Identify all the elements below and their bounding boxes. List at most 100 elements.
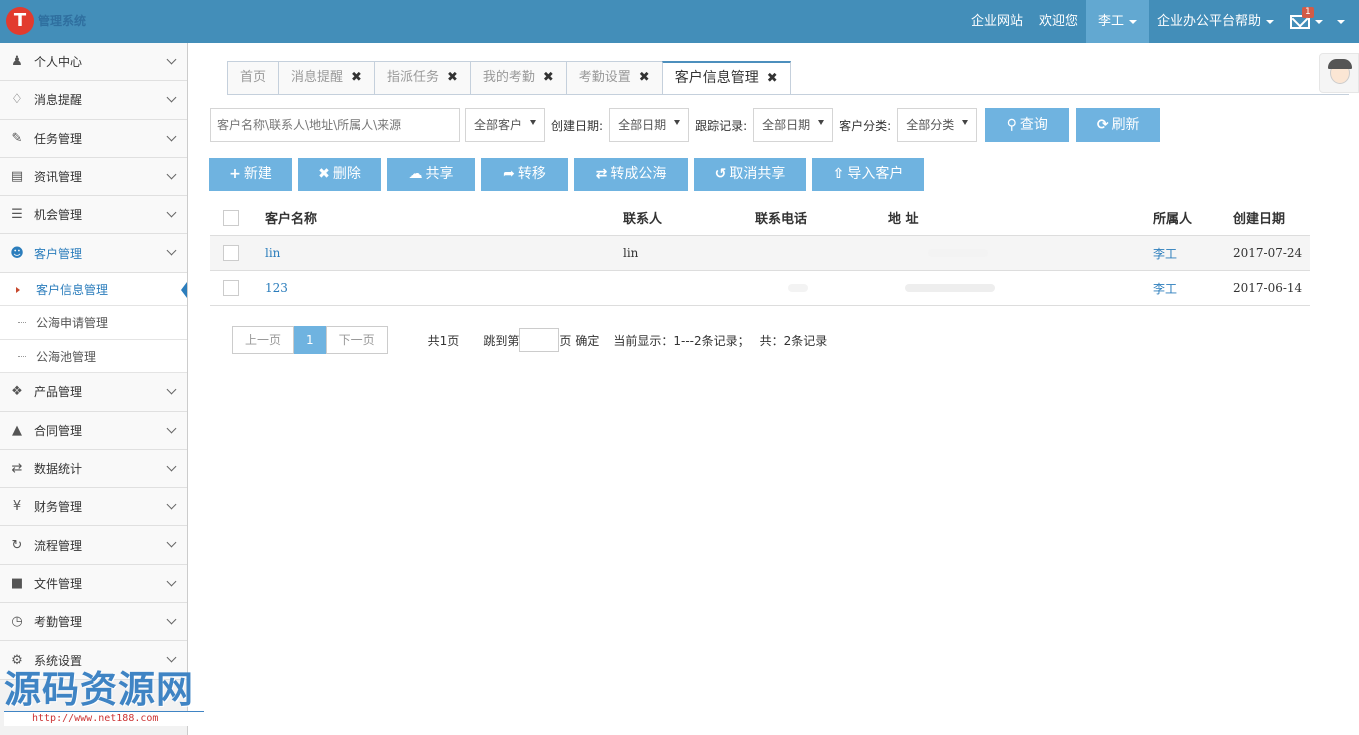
table-row[interactable]: 123 李工 2017-06-14	[210, 271, 1310, 306]
plus-icon: +	[229, 166, 241, 182]
sidebar-item-messages[interactable]: ♢ 消息提醒	[0, 81, 187, 120]
sidebar-item-label: 消息提醒	[34, 93, 83, 108]
sidebar-item-attendance[interactable]: ◷ 考勤管理	[0, 603, 187, 642]
list-icon: ☰	[11, 207, 23, 223]
category-select[interactable]: 全部分类	[897, 108, 978, 142]
sidebar-item-workflow[interactable]: ↻ 流程管理	[0, 526, 187, 565]
user-name: 李工	[1097, 14, 1124, 29]
header-contact[interactable]: 联系人	[623, 208, 662, 227]
folder-open-icon: ▲	[12, 422, 22, 438]
sidebar-item-label: 任务管理	[34, 131, 83, 146]
customer-select[interactable]: 全部客户	[465, 108, 546, 142]
sidebar-subitem-sea-pool[interactable]: 公海池管理	[0, 340, 187, 374]
sidebar-item-opportunities[interactable]: ☰ 机会管理	[0, 196, 187, 235]
row-checkbox[interactable]	[223, 245, 239, 261]
sidebar-item-customers[interactable]: ☻ 客户管理	[0, 234, 187, 273]
customer-name-link[interactable]: 123	[265, 281, 288, 295]
jump-confirm-link[interactable]: 确定	[575, 332, 599, 349]
tab-my-attendance[interactable]: 我的考勤 ✖	[469, 61, 567, 95]
action-bar: + 新建 ✖ 删除 ☁ 共享 ➦ 转移 ⇄ 转成公海 ↺ 取消共享 ⇧ 导入客户	[209, 158, 930, 191]
assistant-avatar[interactable]	[1319, 53, 1359, 93]
site-link[interactable]: 企业网站	[963, 0, 1031, 43]
close-icon[interactable]: ✖	[767, 71, 778, 86]
sidebar-item-finance[interactable]: ¥ 财务管理	[0, 488, 187, 527]
prev-page-button[interactable]: 上一页	[232, 326, 295, 354]
transfer-button[interactable]: ➦ 转移	[481, 158, 568, 191]
to-public-sea-button[interactable]: ⇄ 转成公海	[574, 158, 688, 191]
page-jump-input[interactable]	[519, 328, 560, 352]
sidebar-subitem-label: 公海池管理	[36, 349, 97, 364]
caret-down-icon	[818, 120, 825, 125]
owner-link[interactable]: 李工	[1153, 245, 1177, 262]
customer-name-link[interactable]: lin	[265, 246, 280, 260]
sidebar-item-label: 资讯管理	[34, 170, 83, 185]
mail-menu[interactable]: 1	[1282, 0, 1359, 43]
select-all-checkbox[interactable]	[223, 209, 239, 226]
sidebar-subitem-customer-info[interactable]: 客户信息管理	[0, 273, 187, 307]
page-1-button[interactable]: 1	[294, 326, 326, 354]
tab-messages[interactable]: 消息提醒 ✖	[278, 61, 375, 95]
chevron-down-icon	[166, 131, 177, 142]
header-address[interactable]: 地 址	[888, 208, 919, 227]
welcome-text: 欢迎您	[1038, 14, 1078, 29]
close-icon[interactable]: ✖	[447, 70, 458, 85]
sidebar-item-personal[interactable]: ♟ 个人中心	[0, 43, 187, 82]
jump-label: 跳到第	[483, 333, 520, 348]
sidebar-item-label: 合同管理	[34, 423, 83, 438]
header-owner[interactable]: 所属人	[1153, 208, 1192, 227]
blur-mark	[928, 249, 988, 257]
share-button[interactable]: ☁ 共享	[387, 158, 475, 191]
close-icon[interactable]: ✖	[351, 70, 362, 85]
watermark: 源码资源网 http://www.net188.com	[4, 667, 210, 735]
tab-divider	[227, 94, 1349, 95]
help-label: 企业办公平台帮助	[1156, 14, 1261, 29]
blur-mark	[788, 284, 808, 292]
sidebar-item-statistics[interactable]: ⇄ 数据统计	[0, 449, 187, 489]
delete-button[interactable]: ✖ 删除	[298, 158, 381, 191]
chevron-down-icon	[166, 461, 177, 472]
sidebar-item-label: 机会管理	[34, 208, 83, 223]
query-button[interactable]: ⚲ 查询	[985, 108, 1070, 142]
user-menu[interactable]: 李工	[1085, 0, 1149, 43]
sidebar-item-tasks[interactable]: ✎ 任务管理	[0, 119, 187, 158]
chevron-down-icon	[166, 54, 177, 65]
new-button[interactable]: + 新建	[209, 158, 292, 191]
query-label: 查询	[1019, 117, 1048, 133]
sidebar-subitem-sea-apply[interactable]: 公海申请管理	[0, 306, 187, 340]
tab-attendance-settings[interactable]: 考勤设置 ✖	[565, 61, 663, 95]
chevron-down-icon	[166, 207, 177, 218]
row-checkbox[interactable]	[223, 280, 239, 296]
owner-link[interactable]: 李工	[1153, 280, 1177, 297]
tab-label: 我的考勤	[482, 70, 535, 85]
table-row[interactable]: lin lin 李工 2017-07-24	[210, 236, 1310, 271]
sidebar-item-contracts[interactable]: ▲ 合同管理	[0, 411, 187, 450]
import-customers-button[interactable]: ⇧ 导入客户	[812, 158, 924, 191]
header-name[interactable]: 客户名称	[265, 208, 317, 227]
next-page-button[interactable]: 下一页	[325, 326, 388, 354]
close-icon[interactable]: ✖	[639, 70, 650, 85]
tab-customer-info[interactable]: 客户信息管理 ✖	[661, 61, 791, 95]
sidebar-item-products[interactable]: ❖ 产品管理	[0, 373, 187, 412]
select-value: 全部客户	[474, 118, 523, 132]
header-created[interactable]: 创建日期	[1233, 208, 1285, 227]
file-icon: ■	[10, 575, 24, 591]
sidebar-item-news[interactable]: ▤ 资讯管理	[0, 157, 187, 197]
cancel-share-button[interactable]: ↺ 取消共享	[694, 158, 806, 191]
sidebar-item-files[interactable]: ■ 文件管理	[0, 564, 187, 604]
created-date-select[interactable]: 全部日期	[609, 108, 690, 142]
tab-home[interactable]: 首页	[227, 61, 280, 95]
tab-assign-tasks[interactable]: 指派任务 ✖	[373, 61, 471, 95]
logo-icon[interactable]: T	[6, 7, 34, 35]
sidebar-subitem-label: 客户信息管理	[36, 282, 109, 297]
close-icon[interactable]: ✖	[543, 70, 554, 85]
help-menu[interactable]: 企业办公平台帮助	[1149, 0, 1282, 43]
contact-cell: lin	[623, 246, 639, 260]
logo-text[interactable]: 管理系统	[38, 12, 86, 29]
header-phone[interactable]: 联系电话	[755, 208, 807, 227]
sidebar-item-label: 产品管理	[34, 385, 83, 400]
total-records: 共：2条记录	[759, 333, 828, 348]
search-input[interactable]	[210, 108, 460, 142]
track-record-select[interactable]: 全部日期	[753, 108, 834, 142]
refresh-button[interactable]: ⟳ 刷新	[1076, 108, 1161, 142]
sidebar-item-label: 流程管理	[34, 538, 83, 553]
